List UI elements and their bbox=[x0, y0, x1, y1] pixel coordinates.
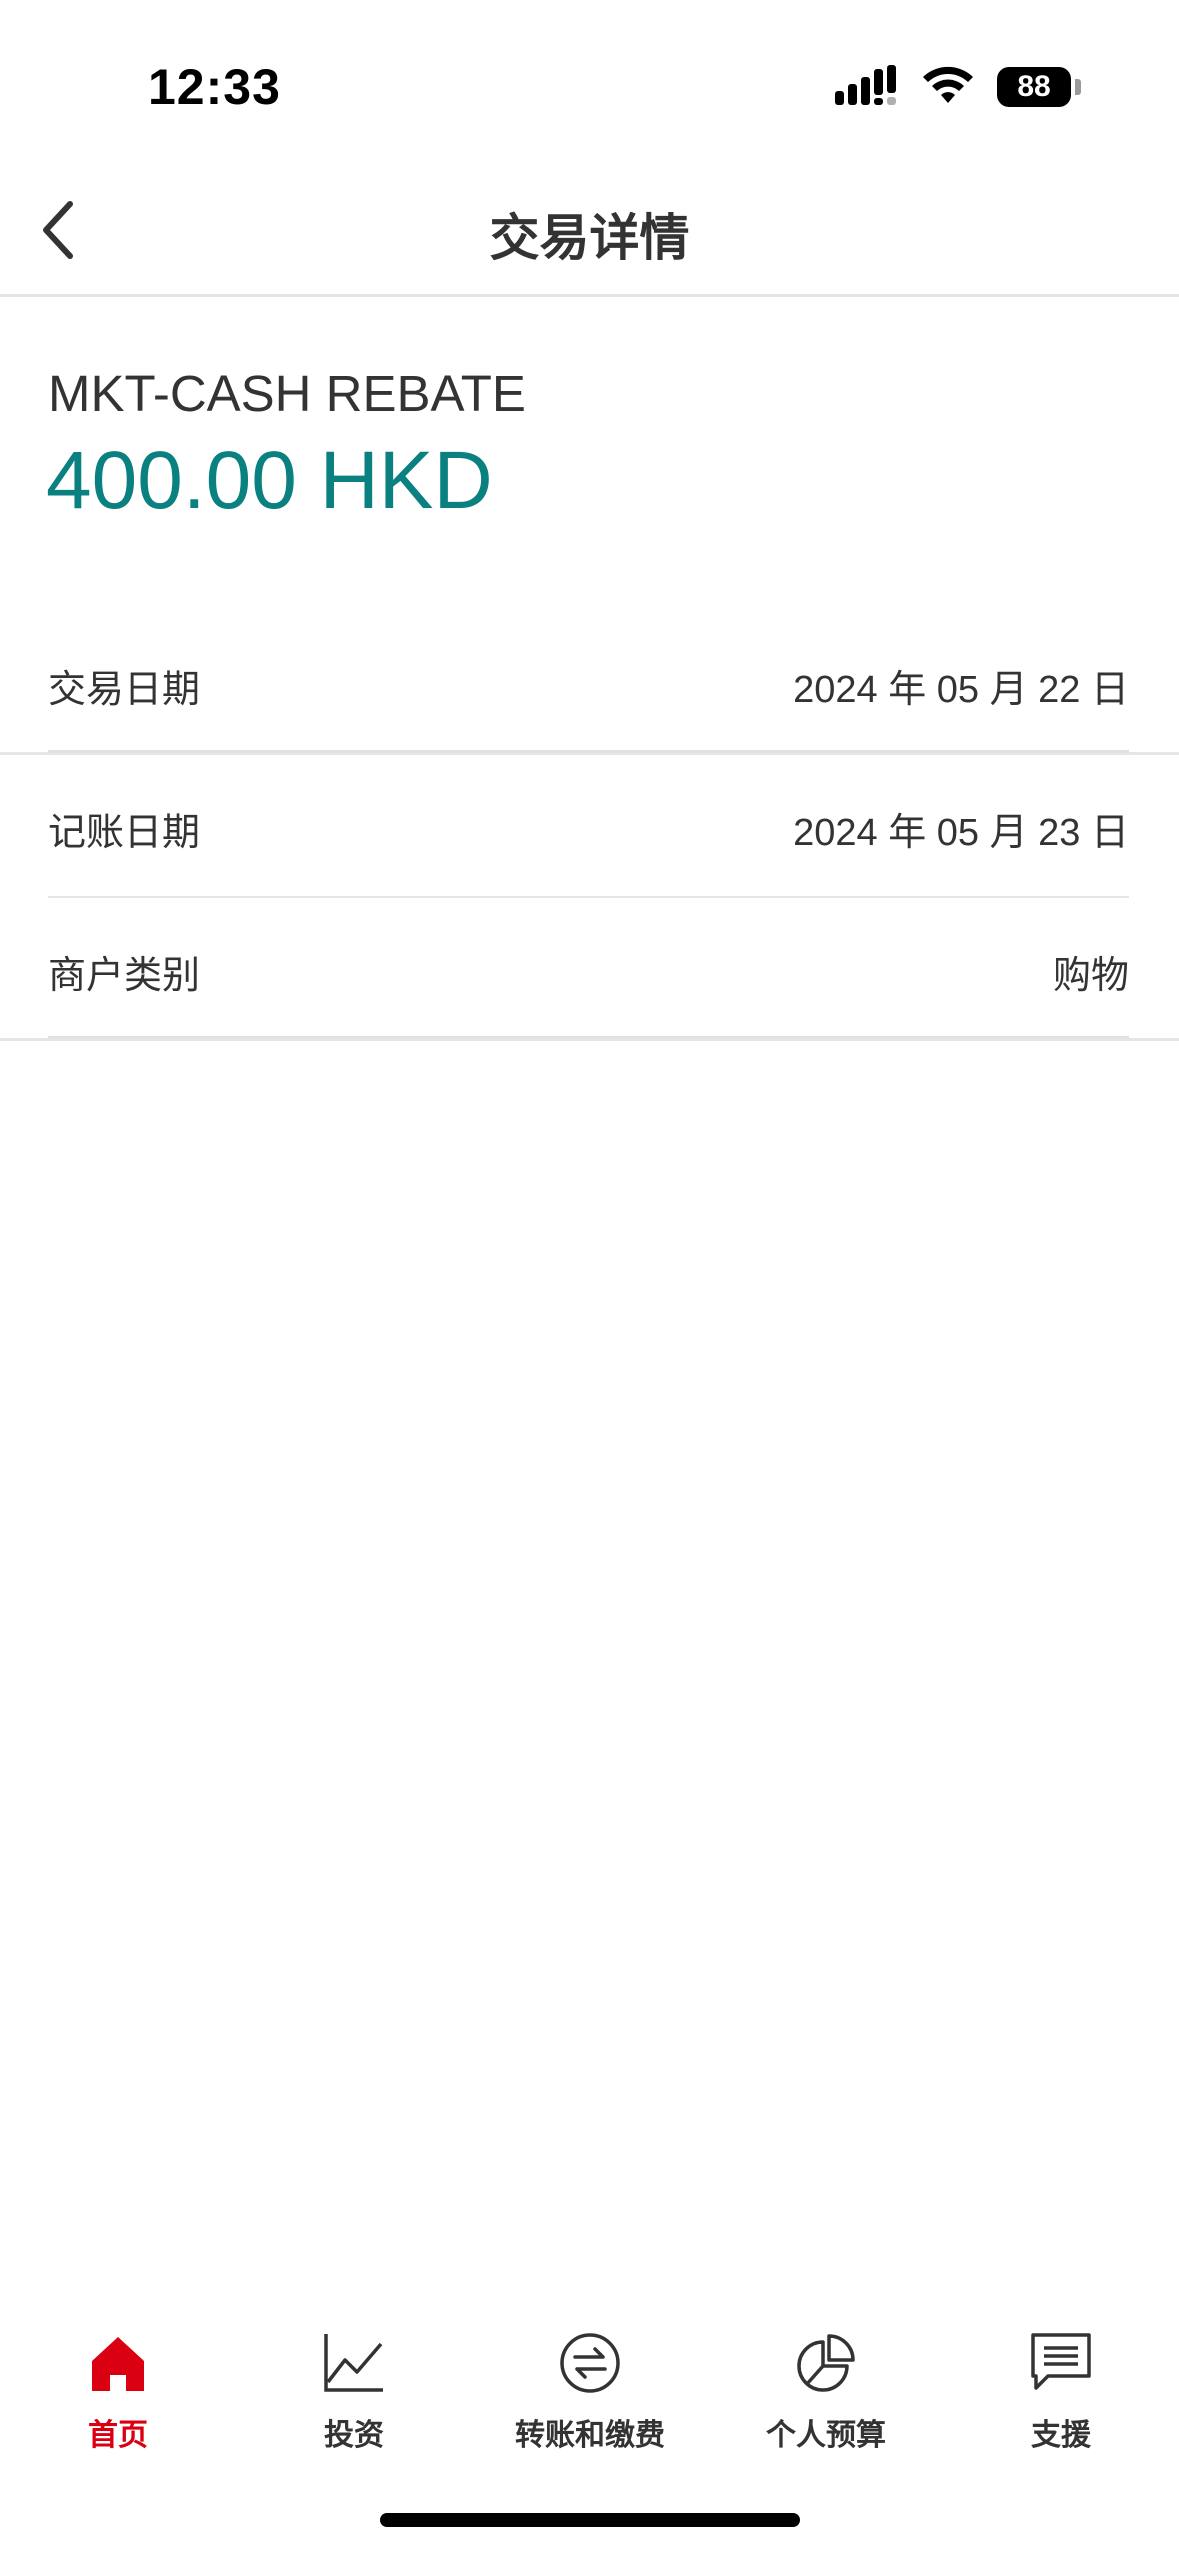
battery-icon: 88 bbox=[997, 67, 1081, 107]
status-time: 12:33 bbox=[148, 59, 281, 115]
wifi-icon bbox=[921, 65, 975, 110]
nav-header: 交易详情 bbox=[0, 170, 1179, 297]
tab-label: 首页 bbox=[88, 2419, 148, 2452]
bottom-tab-bar: 首页 投资 转账和缴费 个人预算 支援 bbox=[0, 2310, 1179, 2470]
tab-label: 转账和缴费 bbox=[515, 2419, 665, 2452]
page-title: 交易详情 bbox=[489, 210, 690, 266]
detail-row-posting-date: 记账日期 2024 年 05 月 23 日 bbox=[0, 755, 1179, 898]
tab-personal-budget[interactable]: 个人预算 bbox=[708, 2310, 944, 2460]
tab-home[interactable]: 首页 bbox=[0, 2310, 236, 2460]
battery-cap bbox=[1075, 79, 1081, 95]
detail-label: 记账日期 bbox=[48, 812, 201, 854]
transfer-icon bbox=[555, 2328, 625, 2398]
tab-transfer-payments[interactable]: 转账和缴费 bbox=[472, 2310, 708, 2460]
detail-row-merchant-category: 商户类别 购物 bbox=[0, 898, 1179, 1041]
chat-icon bbox=[1026, 2328, 1096, 2398]
tab-label: 支援 bbox=[1031, 2419, 1091, 2452]
transaction-detail-screen: 12:33 88 交易详情 MKT-CASH REBATE 400.00 HKD… bbox=[0, 0, 1179, 2556]
battery-level: 88 bbox=[997, 67, 1071, 107]
signal-icon bbox=[835, 64, 899, 110]
detail-value: 购物 bbox=[1052, 955, 1129, 997]
home-icon bbox=[83, 2328, 153, 2398]
detail-row-transaction-date: 交易日期 2024 年 05 月 22 日 bbox=[0, 612, 1179, 755]
detail-value: 2024 年 05 月 22 日 bbox=[793, 669, 1129, 711]
tab-label: 投资 bbox=[324, 2419, 384, 2452]
tab-label: 个人预算 bbox=[766, 2419, 886, 2452]
divider bbox=[48, 750, 1129, 753]
detail-label: 商户类别 bbox=[48, 955, 201, 997]
transaction-name: MKT-CASH REBATE bbox=[48, 365, 526, 422]
transaction-amount: 400.00 HKD bbox=[46, 435, 493, 526]
pie-chart-icon bbox=[791, 2328, 861, 2398]
line-chart-icon bbox=[319, 2328, 389, 2398]
divider bbox=[48, 1036, 1129, 1039]
status-icons: 88 bbox=[835, 62, 1081, 112]
detail-label: 交易日期 bbox=[48, 669, 201, 711]
status-bar: 12:33 88 bbox=[0, 0, 1179, 170]
detail-list: 交易日期 2024 年 05 月 22 日 记账日期 2024 年 05 月 2… bbox=[0, 612, 1179, 1041]
tab-support[interactable]: 支援 bbox=[943, 2310, 1179, 2460]
tab-investment[interactable]: 投资 bbox=[236, 2310, 472, 2460]
home-indicator[interactable] bbox=[380, 2513, 800, 2527]
detail-value: 2024 年 05 月 23 日 bbox=[793, 812, 1129, 854]
